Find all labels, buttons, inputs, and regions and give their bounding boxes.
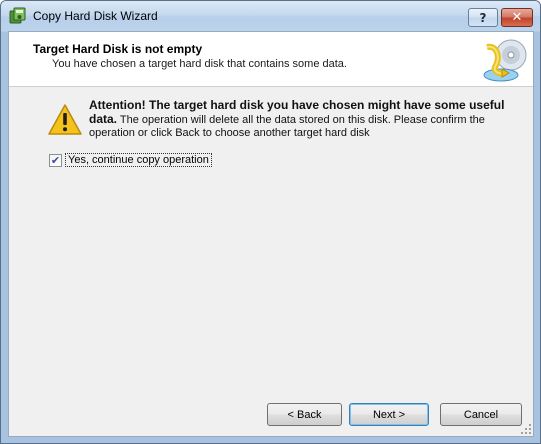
page-title: Target Hard Disk is not empty [33, 42, 203, 56]
back-button[interactable]: < Back [267, 403, 342, 426]
title-bar[interactable]: Copy Hard Disk Wizard ? ✕ [1, 1, 540, 31]
page-subtitle: You have chosen a target hard disk that … [52, 58, 347, 70]
wizard-header: Target Hard Disk is not empty You have c… [9, 32, 533, 87]
close-button[interactable]: ✕ [501, 8, 533, 27]
window-title: Copy Hard Disk Wizard [33, 9, 158, 23]
disk-wizard-graphic [483, 39, 527, 82]
help-button[interactable]: ? [468, 8, 498, 27]
warning-message: Attention! The target hard disk you have… [89, 99, 519, 140]
next-button[interactable]: Next > [349, 403, 429, 426]
warning-body: The operation will delete all the data s… [89, 114, 485, 139]
wizard-client-area: Target Hard Disk is not empty You have c… [8, 31, 534, 437]
confirm-checkbox-row[interactable]: ✔ Yes, continue copy operation [49, 152, 212, 168]
confirm-checkbox-label[interactable]: Yes, continue copy operation [65, 153, 212, 167]
disk-copy-icon [9, 7, 26, 24]
resize-grip-icon[interactable] [520, 423, 532, 435]
wizard-window: Copy Hard Disk Wizard ? ✕ Target Hard Di… [0, 0, 541, 444]
confirm-checkbox[interactable]: ✔ [49, 153, 62, 167]
cancel-button[interactable]: Cancel [440, 403, 522, 426]
warning-triangle-icon [48, 104, 82, 135]
